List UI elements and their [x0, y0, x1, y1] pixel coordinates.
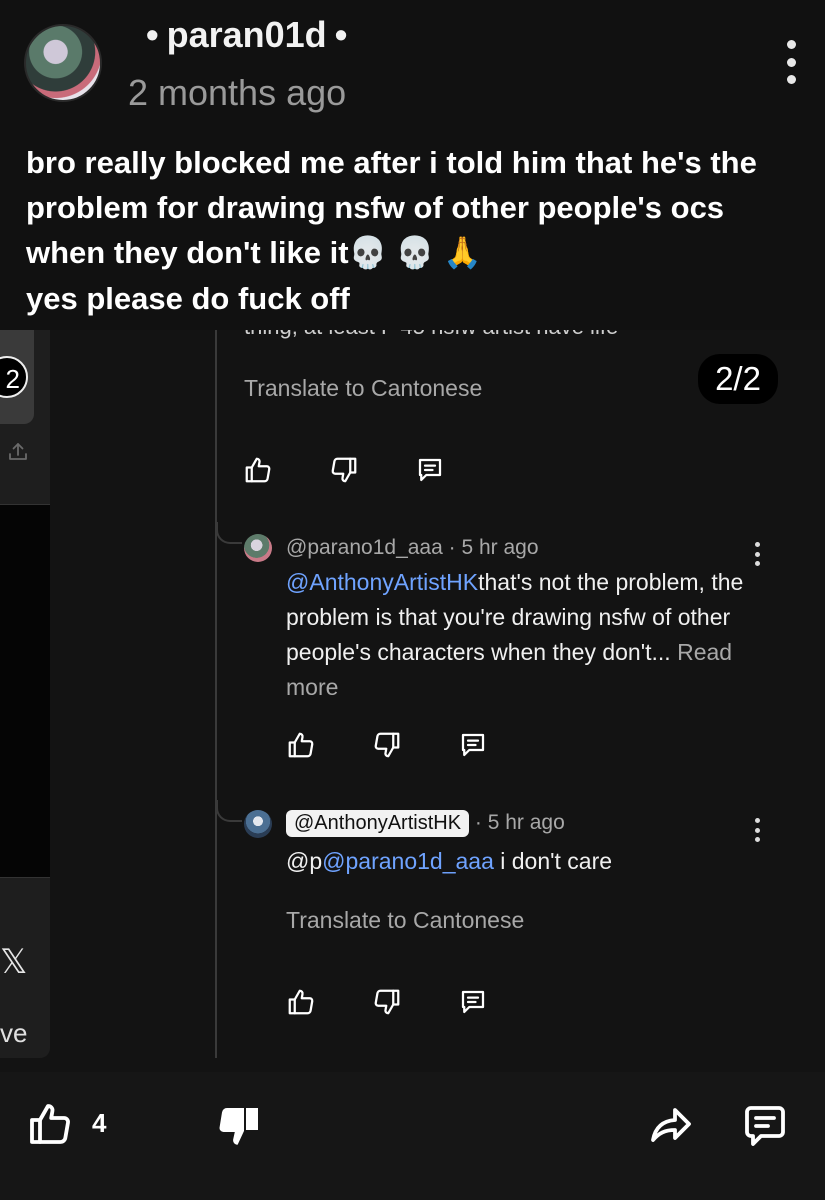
skull-emoji: 💀 [348, 235, 388, 271]
post-action-bar: 4 [0, 1072, 825, 1200]
x-logo-icon[interactable]: 𝕏 [0, 942, 27, 982]
share-icon[interactable] [6, 440, 30, 464]
like-count: 4 [92, 1108, 107, 1138]
thumbs-down-icon[interactable] [372, 730, 402, 760]
reply-actions [286, 730, 544, 760]
praying-hands-emoji: 🙏 [443, 235, 482, 271]
post-text-end: yes please do fuck off [26, 281, 350, 316]
thread-connector [216, 800, 242, 822]
separator-dot: • [146, 14, 159, 55]
translate-link[interactable]: Translate to Cantonese [244, 375, 482, 402]
post-text-main: bro really blocked me after i told him t… [26, 145, 757, 270]
thumbs-up-icon[interactable] [286, 987, 316, 1017]
left-partial-text: ve [0, 1018, 28, 1048]
thread-line [215, 330, 217, 1058]
username-line: • paran01d • [138, 14, 355, 56]
embedded-screenshot: 2 𝕏 ve thing, at least F 45 nsfw artist … [0, 330, 825, 1072]
left-cropped-panel: 2 𝕏 ve [0, 330, 50, 1058]
reply-body: @p@parano1d_aaa i don't care [286, 844, 766, 879]
comment-actions [243, 455, 501, 485]
comment-icon[interactable] [458, 987, 488, 1017]
mention-link[interactable]: @parano1d_aaa [322, 848, 494, 874]
share-arrow-icon[interactable] [646, 1102, 696, 1150]
thumbs-down-icon[interactable] [372, 987, 402, 1017]
reply-actions [286, 987, 544, 1017]
reply-handle-chip[interactable]: @AnthonyArtistHK [286, 810, 470, 837]
more-options-icon[interactable] [752, 818, 762, 842]
reply-meta: @parano1d_aaa · 5 hr ago [286, 536, 539, 559]
more-options-icon[interactable] [778, 40, 804, 84]
separator-dot: • [334, 14, 348, 55]
thumbs-down-icon[interactable] [329, 455, 359, 485]
skull-emoji: 💀 [395, 235, 435, 271]
cut-off-comment-text: thing, at least F 45 nsfw artist have li… [244, 330, 618, 340]
image-counter: 2/2 [698, 354, 778, 404]
more-options-icon[interactable] [752, 542, 762, 566]
comment-icon[interactable] [415, 455, 445, 485]
thumbs-up-icon[interactable] [243, 455, 273, 485]
post-body: bro really blocked me after i told him t… [26, 140, 796, 321]
avatar[interactable] [244, 810, 272, 838]
comment-icon[interactable] [740, 1102, 790, 1150]
reply-timestamp: 5 hr ago [461, 536, 539, 559]
thumbs-up-icon[interactable] [26, 1100, 74, 1148]
thumbs-down-icon[interactable] [214, 1102, 262, 1150]
reply-text: i don't care [493, 848, 613, 874]
reply-meta: @AnthonyArtistHK · 5 hr ago [286, 810, 565, 837]
post-header: • paran01d • 2 months ago bro really block… [0, 0, 825, 330]
reply-body: @AnthonyArtistHKthat's not the problem, … [286, 565, 766, 705]
reply-handle[interactable]: @parano1d_aaa [286, 536, 443, 559]
left-dark-area [0, 504, 50, 878]
comment-icon[interactable] [458, 730, 488, 760]
username[interactable]: paran01d [167, 14, 327, 55]
translate-link[interactable]: Translate to Cantonese [286, 907, 524, 934]
post-timestamp: 2 months ago [128, 72, 347, 113]
thread-connector [216, 522, 242, 544]
avatar[interactable] [24, 24, 102, 102]
reply-prefix: @p [286, 848, 323, 874]
mention-link[interactable]: @AnthonyArtistHK [286, 569, 478, 595]
reply-timestamp: 5 hr ago [487, 811, 565, 834]
thumbs-up-icon[interactable] [286, 730, 316, 760]
avatar[interactable] [244, 534, 272, 562]
